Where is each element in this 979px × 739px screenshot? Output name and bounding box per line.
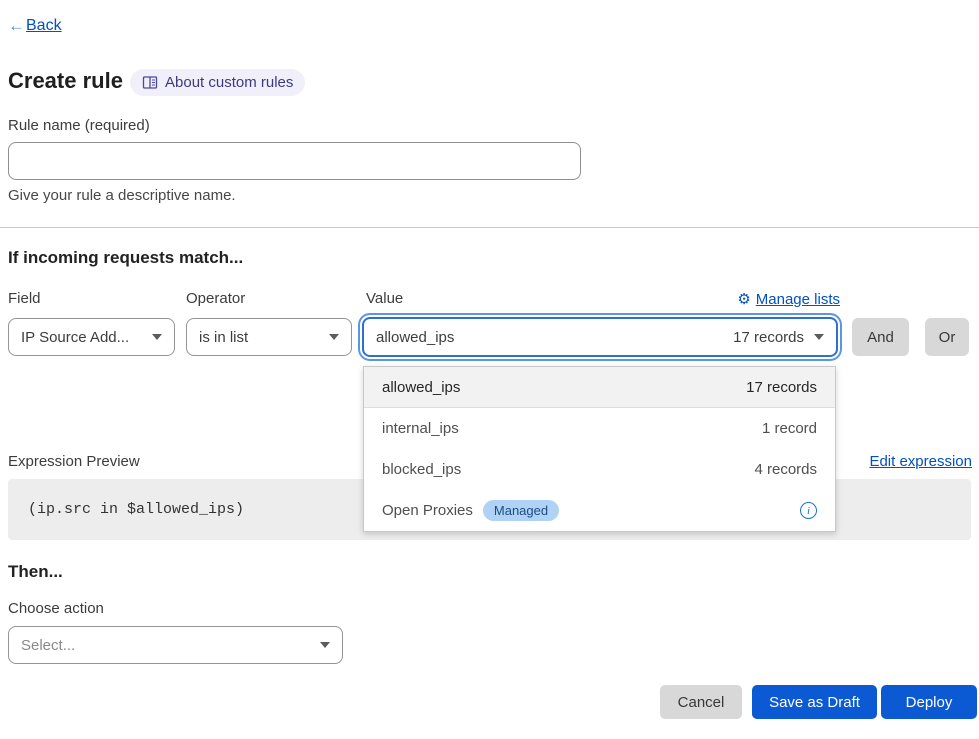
gear-icon: ⚙	[737, 290, 750, 308]
cancel-button[interactable]: Cancel	[660, 685, 742, 719]
list-name: internal_ips	[382, 420, 459, 437]
rule-name-help-text: Give your rule a descriptive name.	[8, 187, 236, 204]
back-link-label: Back	[26, 17, 62, 35]
choose-action-label: Choose action	[8, 600, 104, 617]
field-select-value: IP Source Add...	[21, 329, 129, 346]
rule-name-label: Rule name (required)	[8, 117, 150, 134]
chevron-down-icon	[320, 642, 330, 648]
operator-select-value: is in list	[199, 329, 248, 346]
dropdown-option-internal-ips[interactable]: internal_ips 1 record	[364, 408, 835, 449]
page-title: Create rule	[8, 68, 123, 94]
action-select[interactable]: Select...	[8, 626, 343, 664]
or-button[interactable]: Or	[925, 318, 969, 356]
manage-lists-link[interactable]: ⚙ Manage lists	[730, 290, 840, 308]
managed-badge: Managed	[483, 500, 559, 521]
and-button[interactable]: And	[852, 318, 909, 356]
expression-preview-label: Expression Preview	[8, 453, 140, 470]
edit-expression-link[interactable]: Edit expression	[869, 453, 972, 470]
match-section-heading: If incoming requests match...	[8, 248, 243, 268]
rule-name-input[interactable]	[8, 142, 581, 180]
operator-column-label: Operator	[186, 290, 245, 307]
field-column-label: Field	[8, 290, 41, 307]
section-divider	[0, 227, 979, 228]
create-rule-page: ←Back Create rule About custom rules Rul…	[0, 0, 979, 739]
book-icon	[142, 75, 158, 90]
manage-lists-label: Manage lists	[756, 291, 840, 308]
operator-select[interactable]: is in list	[186, 318, 352, 356]
deploy-button[interactable]: Deploy	[881, 685, 977, 719]
dropdown-option-allowed-ips[interactable]: allowed_ips 17 records	[364, 367, 835, 408]
dropdown-option-open-proxies[interactable]: Open Proxies Managed i	[364, 490, 835, 531]
value-select[interactable]: allowed_ips 17 records	[362, 317, 838, 357]
dropdown-option-blocked-ips[interactable]: blocked_ips 4 records	[364, 449, 835, 490]
chevron-down-icon	[814, 334, 824, 340]
expression-code: (ip.src in $allowed_ips)	[28, 501, 244, 518]
chevron-down-icon	[152, 334, 162, 340]
back-link[interactable]: ←Back	[8, 16, 62, 36]
back-arrow-icon: ←	[8, 16, 25, 36]
save-as-draft-button[interactable]: Save as Draft	[752, 685, 877, 719]
list-name: blocked_ips	[382, 461, 461, 478]
list-record-count: 4 records	[754, 461, 817, 478]
chevron-down-icon	[329, 334, 339, 340]
field-select[interactable]: IP Source Add...	[8, 318, 175, 356]
list-record-count: 1 record	[762, 420, 817, 437]
list-dropdown-menu: allowed_ips 17 records internal_ips 1 re…	[363, 366, 836, 532]
about-custom-rules-link[interactable]: About custom rules	[130, 69, 305, 96]
value-select-value: allowed_ips	[376, 329, 454, 346]
list-name: allowed_ips	[382, 379, 460, 396]
about-custom-rules-label: About custom rules	[165, 74, 293, 91]
list-record-count: 17 records	[746, 379, 817, 396]
action-select-placeholder: Select...	[21, 637, 75, 654]
value-column-label: Value	[366, 290, 403, 307]
list-name: Open Proxies	[382, 502, 473, 519]
info-icon[interactable]: i	[800, 502, 817, 519]
value-select-record-count: 17 records	[733, 329, 804, 346]
then-section-heading: Then...	[8, 562, 63, 582]
